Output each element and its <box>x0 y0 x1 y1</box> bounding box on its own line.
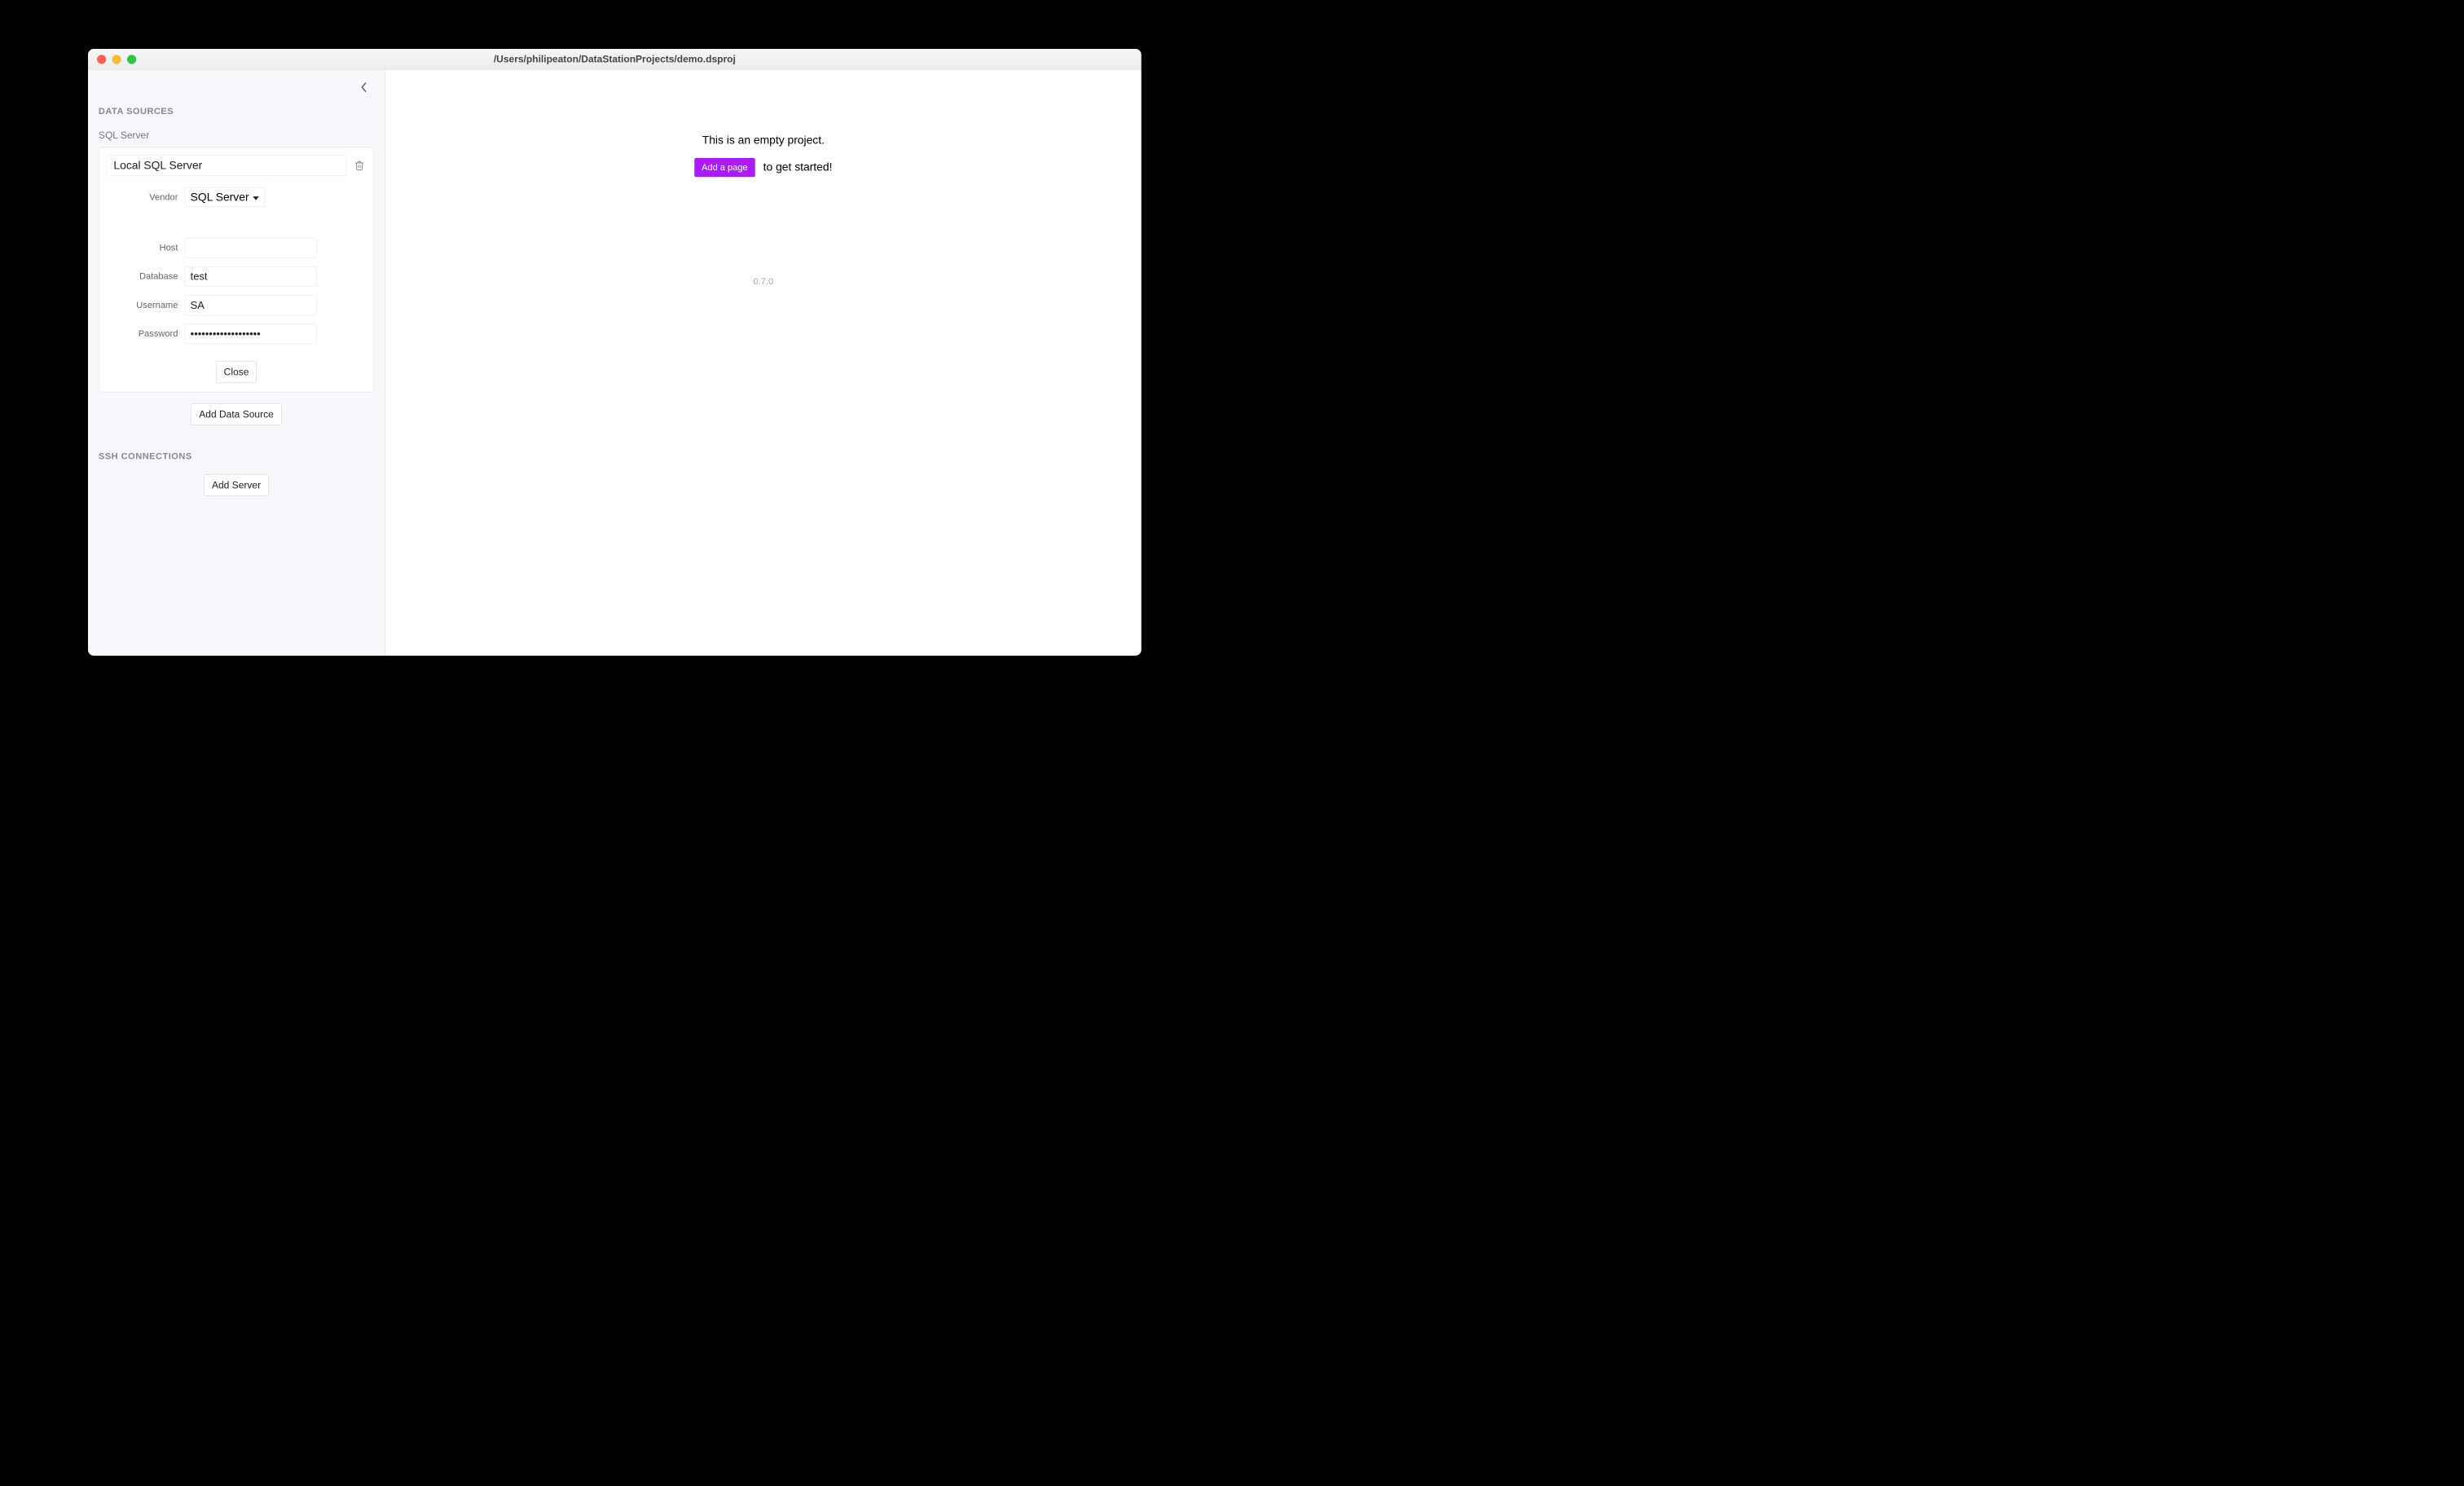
empty-project-text: This is an empty project. <box>702 134 825 147</box>
data-sources-section-title: DATA SOURCES <box>99 106 374 117</box>
database-label: Database <box>107 271 178 282</box>
data-source-panel: Vendor SQL Server Host Database <box>99 147 374 393</box>
sidebar: DATA SOURCES SQL Server <box>88 70 385 656</box>
password-input[interactable] <box>185 323 317 344</box>
titlebar: /Users/philipeaton/DataStationProjects/d… <box>88 49 1142 70</box>
collapse-sidebar-button[interactable] <box>358 81 372 95</box>
data-source-name-input[interactable] <box>107 155 347 176</box>
host-input[interactable] <box>185 238 317 258</box>
add-page-button[interactable]: Add a page <box>694 158 755 177</box>
window-title: /Users/philipeaton/DataStationProjects/d… <box>494 54 736 65</box>
get-started-text: to get started! <box>763 161 833 174</box>
window-maximize-button[interactable] <box>127 55 136 64</box>
window-close-button[interactable] <box>97 55 106 64</box>
host-label: Host <box>107 243 178 253</box>
data-source-type-label: SQL Server <box>99 130 374 141</box>
add-page-row: Add a page to get started! <box>694 158 832 177</box>
database-input[interactable] <box>185 266 317 287</box>
window-controls <box>88 55 136 64</box>
username-label: Username <box>107 300 178 310</box>
delete-data-source-button[interactable] <box>353 159 367 173</box>
app-window: /Users/philipeaton/DataStationProjects/d… <box>88 49 1142 656</box>
vendor-select[interactable]: SQL Server <box>185 187 265 207</box>
password-label: Password <box>107 328 178 339</box>
trash-icon <box>354 160 365 171</box>
window-minimize-button[interactable] <box>112 55 121 64</box>
username-input[interactable] <box>185 295 317 315</box>
add-server-button[interactable]: Add Server <box>204 475 269 496</box>
add-data-source-button[interactable]: Add Data Source <box>191 403 282 424</box>
app-version: 0.7.0 <box>753 276 773 287</box>
chevron-left-icon <box>360 81 367 94</box>
ssh-connections-section-title: SSH CONNECTIONS <box>99 451 374 462</box>
close-button[interactable]: Close <box>216 361 257 382</box>
app-content: DATA SOURCES SQL Server <box>88 70 1142 656</box>
vendor-label: Vendor <box>107 192 178 203</box>
main-panel: This is an empty project. Add a page to … <box>385 70 1142 656</box>
